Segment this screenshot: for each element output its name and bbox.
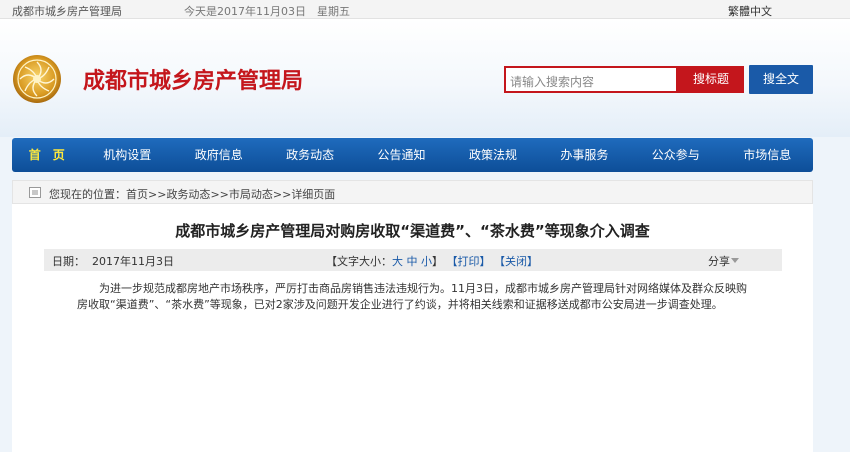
nav-policies[interactable]: 政策法规	[447, 138, 538, 172]
breadcrumb-detail: 详细页面	[291, 188, 336, 201]
nav-government-news[interactable]: 政务动态	[264, 138, 355, 172]
main-nav: 首 页 机构设置 政府信息 政务动态 公告通知 政策法规 办事服务 公众参与 市…	[12, 138, 813, 172]
top-site-name: 成都市城乡房产管理局	[12, 5, 122, 18]
article-meta-bar: 日期： 2017年11月3日 【文字大小：大 中 小】 【打印】 【关闭】 分享	[44, 249, 782, 271]
article-panel: 您现在的位置：首页>>政务动态>>市局动态>>详细页面 成都市城乡房产管理局对购…	[12, 180, 813, 452]
font-large-link[interactable]: 大	[392, 255, 403, 268]
nav-public-participation[interactable]: 公众参与	[630, 138, 721, 172]
emblem-icon	[13, 55, 61, 103]
article-title: 成都市城乡房产管理局对购房收取“渠道费”、“茶水费”等现象介入调查	[175, 222, 650, 240]
top-bar: 成都市城乡房产管理局 今天是2017年11月03日 星期五 繁體中文	[0, 0, 850, 19]
breadcrumb-separator: >>	[272, 188, 292, 201]
search-input[interactable]: 请输入搜索内容	[504, 66, 678, 93]
nav-market-info[interactable]: 市场信息	[722, 138, 813, 172]
site-logo-title[interactable]: 成都市城乡房产管理局	[83, 63, 303, 95]
traditional-chinese-link[interactable]: 繁體中文	[728, 3, 772, 19]
breadcrumb-separator: >>	[210, 188, 229, 201]
nav-announcements[interactable]: 公告通知	[356, 138, 447, 172]
location-icon	[29, 187, 41, 198]
print-link[interactable]: 【打印】	[447, 255, 491, 268]
nav-home[interactable]: 首 页	[12, 138, 82, 172]
breadcrumb-home[interactable]: 首页	[126, 188, 148, 201]
search-title-button[interactable]: 搜标题	[678, 66, 744, 93]
font-size-label: 【文字大小：	[326, 255, 392, 268]
share-button[interactable]: 分享	[708, 253, 730, 269]
date-value: 2017年11月3日	[92, 255, 174, 268]
site-header: 成都市城乡房产管理局 请输入搜索内容 搜标题 搜全文	[0, 19, 850, 137]
article-tools: 【文字大小：大 中 小】 【打印】 【关闭】	[326, 253, 538, 269]
search-fulltext-button[interactable]: 搜全文	[749, 65, 813, 94]
current-date: 今天是2017年11月03日 星期五	[184, 5, 350, 18]
font-medium-link[interactable]: 中	[407, 255, 418, 268]
breadcrumb-government-news[interactable]: 政务动态	[166, 188, 210, 201]
breadcrumb-bureau-news[interactable]: 市局动态	[229, 188, 273, 201]
nav-services[interactable]: 办事服务	[539, 138, 630, 172]
breadcrumb-separator: >>	[148, 188, 167, 201]
nav-organization[interactable]: 机构设置	[82, 138, 173, 172]
article-body: 为进一步规范成都房地产市场秩序，严厉打击商品房销售违法违规行为。11月3日，成都…	[77, 282, 747, 311]
breadcrumb: 您现在的位置：首页>>政务动态>>市局动态>>详细页面	[12, 180, 813, 204]
font-size-close: 】	[432, 255, 443, 268]
nav-government-info[interactable]: 政府信息	[173, 138, 264, 172]
close-link[interactable]: 【关闭】	[494, 255, 538, 268]
font-small-link[interactable]: 小	[421, 255, 432, 268]
breadcrumb-prefix: 您现在的位置：	[49, 188, 126, 201]
breadcrumb-trail: 您现在的位置：首页>>政务动态>>市局动态>>详细页面	[49, 186, 335, 202]
share-dropdown-icon[interactable]	[731, 258, 739, 263]
date-label: 日期：	[52, 255, 85, 268]
